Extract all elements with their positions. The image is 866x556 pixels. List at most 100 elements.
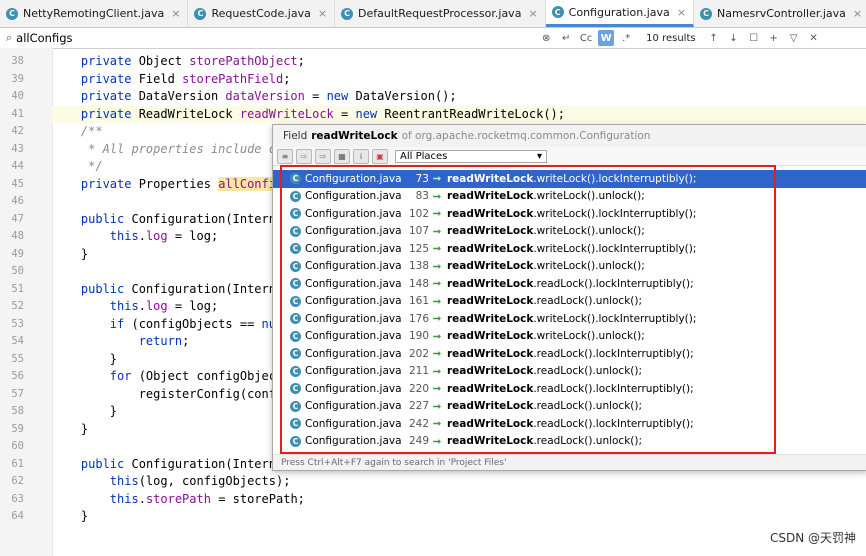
- close-tab-icon[interactable]: ×: [677, 6, 686, 19]
- close-search-icon[interactable]: ✕: [806, 30, 822, 46]
- code-line[interactable]: private Object storePathObject;: [52, 53, 866, 71]
- usage-rest: .writeLock().unlock();: [533, 190, 645, 203]
- read-access-icon[interactable]: ⇨: [296, 148, 312, 164]
- code-line[interactable]: this(log, configObjects);: [52, 473, 866, 491]
- code-line[interactable]: }: [52, 508, 866, 526]
- usage-rest: .readLock().lockInterruptibly();: [533, 417, 694, 430]
- read-access-icon: ⭢: [433, 348, 441, 360]
- next-occurrence-icon[interactable]: ↓: [726, 30, 742, 46]
- usage-row[interactable]: C Configuration.java 138 ⭢ readWriteLock.wri…: [273, 258, 866, 276]
- editor-tab[interactable]: C RequestCode.java ×: [188, 0, 336, 27]
- line-number-gutter: 38 39 40 41 42 43 44 45 46 47 48 49 50 51 52 53 54 55 56 57…: [0, 48, 53, 556]
- new-line-icon[interactable]: ↵: [558, 30, 574, 46]
- usage-row[interactable]: C Configuration.java 211 ⭢ readWriteLock.rea…: [273, 363, 866, 381]
- add-selection-icon[interactable]: +: [766, 30, 782, 46]
- usage-code: readWriteLock.readLock().lockInterruptib…: [447, 278, 694, 290]
- editor-tab[interactable]: C Configuration.java ×: [545, 0, 695, 27]
- read-access-icon: ⭢: [433, 400, 441, 412]
- usage-code: readWriteLock.writeLock().unlock();: [447, 225, 645, 237]
- popup-toolbar: ≡ ⇨ ⇨ ▦ i ▣ All Places ▾: [273, 147, 866, 166]
- usage-row[interactable]: C Configuration.java 202 ⭢ readWriteLock.rea…: [273, 345, 866, 363]
- usage-row[interactable]: C Configuration.java 190 ⭢ readWriteLock.wri…: [273, 328, 866, 346]
- usage-code: readWriteLock.writeLock().unlock();: [447, 260, 645, 272]
- line-number: 45: [11, 177, 24, 190]
- usage-code: readWriteLock.writeLock().unlock();: [447, 330, 645, 342]
- usage-line-number: 190: [408, 330, 429, 343]
- usage-field: readWriteLock: [447, 330, 534, 343]
- usage-line-number: 161: [408, 295, 429, 308]
- usage-code: readWriteLock.writeLock().unlock();: [447, 190, 645, 202]
- usage-rest: .readLock().unlock();: [533, 435, 643, 448]
- popup-field-name: readWriteLock: [311, 130, 398, 142]
- line-number: 54: [11, 335, 24, 347]
- usage-row[interactable]: C Configuration.java 176 ⭢ readWriteLock.wri…: [273, 310, 866, 328]
- write-access-icon: ⭢: [433, 260, 441, 272]
- close-tab-icon[interactable]: ×: [853, 7, 862, 20]
- usage-line-number: 176: [408, 312, 429, 325]
- usage-row[interactable]: C Configuration.java 148 ⭢ readWriteLock.rea…: [273, 275, 866, 293]
- class-icon: C: [551, 6, 564, 18]
- scope-dropdown[interactable]: All Places ▾: [395, 149, 547, 163]
- usage-line-number: 148: [408, 277, 429, 290]
- usage-row[interactable]: C Configuration.java 220 ⭢ readWriteLock.rea…: [273, 380, 866, 398]
- select-all-occurrences-icon[interactable]: ☐: [746, 30, 762, 46]
- usage-field: readWriteLock: [447, 347, 534, 360]
- search-input[interactable]: allConfigs: [16, 31, 536, 45]
- previous-occurrence-icon[interactable]: ↑: [706, 30, 722, 46]
- usage-field: readWriteLock: [447, 207, 534, 220]
- filter-icon[interactable]: ▽: [786, 30, 802, 46]
- usage-line-number: 249: [408, 435, 429, 448]
- read-access-icon: ⭢: [433, 418, 441, 430]
- usage-row[interactable]: C Configuration.java 83 ⭢ readWriteLock.writ…: [273, 188, 866, 206]
- usage-rest: .writeLock().lockInterruptibly();: [533, 312, 697, 325]
- usage-row[interactable]: C Configuration.java 249 ⭢ readWriteLock.rea…: [273, 433, 866, 451]
- settings-icon[interactable]: ▣: [372, 148, 388, 164]
- usage-code: readWriteLock.readLock().lockInterruptib…: [447, 348, 694, 360]
- usage-field: readWriteLock: [447, 260, 534, 273]
- words-toggle[interactable]: W: [598, 30, 615, 46]
- write-access-icon[interactable]: ⇨: [315, 148, 331, 164]
- usage-code: readWriteLock.writeLock().lockInterrupti…: [447, 208, 696, 220]
- usage-line-number: 220: [408, 382, 429, 395]
- match-case-toggle[interactable]: Cc: [578, 30, 594, 46]
- line-number: 44: [11, 160, 24, 172]
- usage-row[interactable]: C Configuration.java 107 ⭢ readWriteLock.wri…: [273, 223, 866, 241]
- popup-of: of: [401, 130, 412, 142]
- code-line[interactable]: private ReadWriteLock readWriteLock = ne…: [52, 105, 866, 123]
- line-number: 46: [11, 195, 24, 207]
- usage-file: Configuration.java: [305, 382, 402, 395]
- usage-row[interactable]: C Configuration.java 227 ⭢ readWriteLock.rea…: [273, 398, 866, 416]
- usage-file: Configuration.java: [305, 312, 402, 325]
- usage-rest: .readLock().lockInterruptibly();: [533, 277, 694, 290]
- editor-tab[interactable]: C NettyRemotingClient.java ×: [0, 0, 189, 27]
- show-info-icon[interactable]: i: [353, 148, 369, 164]
- editor-tab[interactable]: C DefaultRequestProcessor.java ×: [335, 0, 546, 27]
- usage-line-number: 73: [415, 172, 429, 185]
- editor-tab-label: Configuration.java: [568, 5, 670, 19]
- usage-file: Configuration.java: [305, 260, 402, 273]
- merge-usages-icon[interactable]: ≡: [277, 148, 293, 164]
- line-number: 56: [11, 370, 24, 382]
- usage-row[interactable]: C Configuration.java 161 ⭢ readWriteLock.rea…: [273, 293, 866, 311]
- group-by-package-icon[interactable]: ▦: [334, 148, 350, 164]
- usage-row[interactable]: C Configuration.java 242 ⭢ readWriteLock.rea…: [273, 415, 866, 433]
- clear-search-icon[interactable]: ⊗: [538, 30, 554, 46]
- usage-line-number: 202: [408, 347, 429, 360]
- class-icon: C: [290, 260, 301, 272]
- code-line[interactable]: this.storePath = storePath;: [52, 491, 866, 509]
- regex-toggle[interactable]: .*: [618, 30, 634, 46]
- usage-line-number: 211: [408, 365, 429, 378]
- usage-row[interactable]: C Configuration.java 125 ⭢ readWriteLock.wri…: [273, 240, 866, 258]
- code-line[interactable]: private Field storePathField;: [52, 71, 866, 89]
- usage-row[interactable]: C Configuration.java 73 ⭢ readWriteLock.writ…: [273, 170, 866, 188]
- close-tab-icon[interactable]: ×: [318, 7, 327, 20]
- code-line[interactable]: private DataVersion dataVersion = new Da…: [52, 88, 866, 106]
- usage-file: Configuration.java: [305, 435, 402, 448]
- usage-row[interactable]: C Configuration.java 102 ⭢ readWriteLock.wri…: [273, 205, 866, 223]
- close-tab-icon[interactable]: ×: [528, 7, 537, 20]
- class-icon: C: [290, 365, 301, 377]
- close-tab-icon[interactable]: ×: [171, 7, 180, 20]
- class-icon: C: [194, 7, 207, 20]
- editor-tab[interactable]: C NamesrvController.java ×: [694, 0, 866, 27]
- read-access-icon: ⭢: [433, 295, 441, 307]
